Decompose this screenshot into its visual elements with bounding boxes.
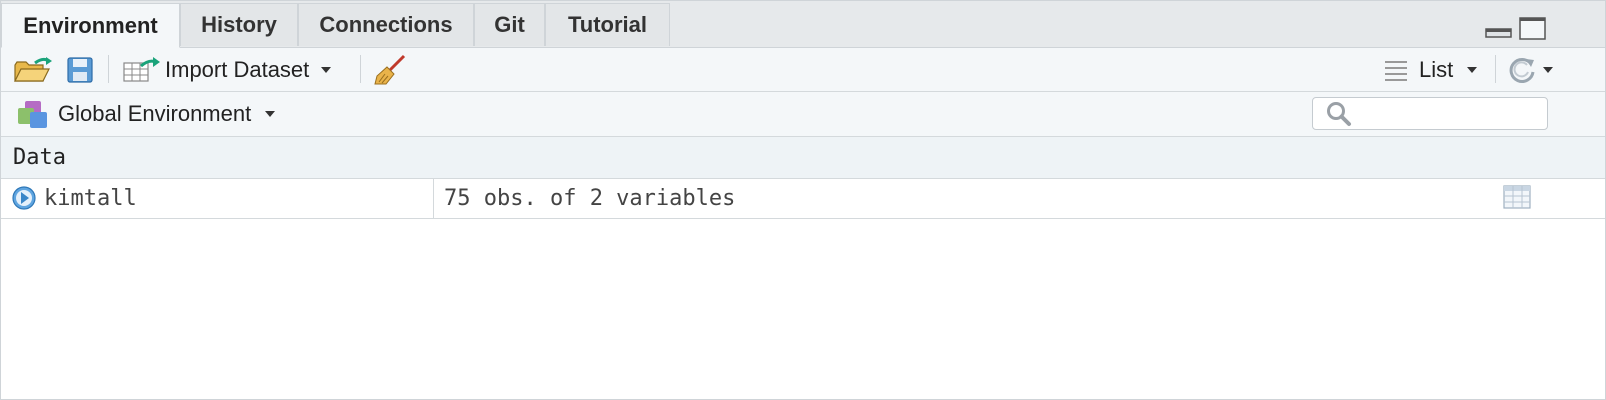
refresh-icon [1509,57,1535,83]
search-field[interactable] [1312,97,1548,130]
view-data-button[interactable] [1503,185,1531,216]
tab-history[interactable]: History [180,3,298,46]
pane-tab-bar: Environment History Connections Git Tuto… [1,1,1605,48]
refresh-button[interactable] [1507,48,1553,91]
broom-icon [374,54,406,84]
load-workspace-button[interactable] [13,48,53,91]
chevron-down-icon [321,66,332,73]
chevron-down-icon [265,111,276,117]
environment-pane: Environment History Connections Git Tuto… [0,0,1606,400]
tab-label: History [201,12,277,37]
tab-environment[interactable]: Environment [1,3,180,48]
environment-toolbar: Import Dataset List [1,48,1605,92]
tab-tutorial[interactable]: Tutorial [545,3,670,46]
data-section-header: Data [1,137,1605,179]
import-dataset-label: Import Dataset [165,56,310,82]
expand-play-icon[interactable] [12,185,38,212]
import-dataset-button[interactable]: Import Dataset [123,48,332,91]
tab-label: Environment [23,12,158,38]
tab-git[interactable]: Git [474,3,545,46]
tab-connections[interactable]: Connections [298,3,474,46]
minimize-icon [1485,28,1512,38]
environment-selector[interactable]: Global Environment [17,92,276,136]
minimize-pane-button[interactable] [1485,17,1513,44]
toolbar-separator [360,55,361,83]
save-workspace-button[interactable] [67,48,93,91]
search-input[interactable] [1357,102,1541,127]
tab-label: Tutorial [567,12,648,37]
toolbar-separator [1495,55,1496,83]
variable-value-cell: 75 obs. of 2 variables [434,179,1494,218]
variable-name: kimtall [44,186,137,211]
section-title: Data [13,145,66,170]
search-icon [1327,102,1351,126]
environment-selector-label: Global Environment [58,101,252,126]
list-lines-icon [1385,60,1407,81]
variable-name-cell: kimtall [1,179,434,218]
chevron-down-icon [1467,66,1478,73]
save-icon [67,56,93,83]
variable-value: 75 obs. of 2 variables [444,186,736,211]
table-row[interactable]: kimtall 75 obs. of 2 variables [1,179,1605,219]
view-mode-label: List [1419,56,1454,82]
maximize-icon [1519,17,1546,40]
clear-workspace-button[interactable] [373,48,407,91]
view-mode-dropdown[interactable]: List [1383,48,1478,91]
environment-stack-icon [18,101,47,128]
table-grid-icon [1503,185,1531,209]
chevron-down-icon [1543,66,1553,73]
toolbar-separator [108,55,109,83]
tab-label: Connections [319,12,453,37]
folder-open-icon [14,56,52,82]
import-table-icon [123,56,160,82]
maximize-pane-button[interactable] [1519,17,1547,46]
environment-selector-bar: Global Environment [1,92,1605,137]
tab-label: Git [494,12,525,37]
